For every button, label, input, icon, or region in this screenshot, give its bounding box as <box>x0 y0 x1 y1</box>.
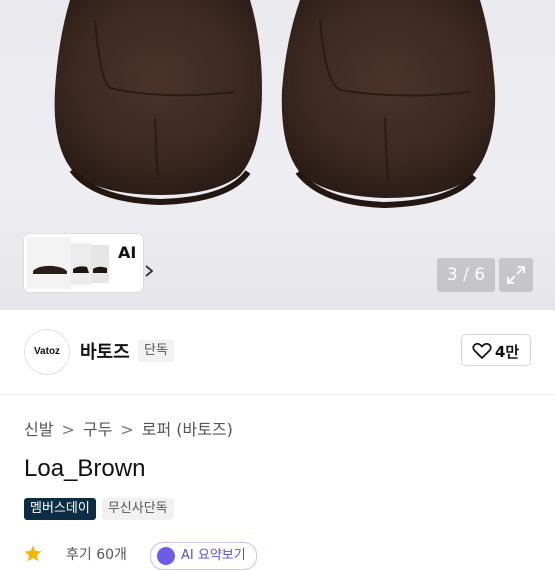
brand-logo[interactable]: Vatoz <box>24 329 70 375</box>
exclusive-badge: 단독 <box>138 340 174 362</box>
tag-row: 멤버스데이 무신사단독 <box>24 498 180 520</box>
product-title: Loa_Brown <box>24 455 146 482</box>
breadcrumb-chevron-icon: > <box>120 420 134 439</box>
ai-icon <box>157 547 175 565</box>
expand-icon <box>507 266 525 284</box>
chevron-right-icon <box>145 265 154 277</box>
brand-name[interactable]: 바토즈 <box>80 338 130 364</box>
breadcrumb-chevron-icon: > <box>61 420 75 439</box>
musinsa-exclusive-tag: 무신사단독 <box>101 498 174 520</box>
similar-products-thumbnails <box>27 237 109 289</box>
product-image-gallery[interactable]: AI 3 / 6 <box>0 0 555 310</box>
image-counter: 3 / 6 <box>437 258 495 292</box>
like-count: 4만 <box>495 343 520 361</box>
expand-button[interactable] <box>499 258 533 292</box>
breadcrumb-item-loafer[interactable]: 로퍼 (바토즈) <box>142 420 233 439</box>
breadcrumb-item-shoes[interactable]: 신발 <box>24 420 53 439</box>
ai-label: AI <box>118 243 137 262</box>
members-day-tag: 멤버스데이 <box>24 498 96 520</box>
star-icon <box>24 545 42 562</box>
review-count[interactable]: 후기 60개 <box>66 544 127 564</box>
rating-row: 후기 60개 AI 요약보기 <box>24 540 555 570</box>
ai-summary-label: AI 요약보기 <box>181 548 246 563</box>
ai-similar-products-card[interactable]: AI <box>24 234 154 292</box>
ai-summary-button[interactable]: AI 요약보기 <box>150 542 257 570</box>
divider <box>0 394 555 395</box>
breadcrumb-item-dress-shoes[interactable]: 구두 <box>83 420 112 439</box>
brand-row: Vatoz 바토즈 단독 4만 <box>0 310 555 394</box>
breadcrumb: 신발 > 구두 > 로퍼 (바토즈) <box>24 416 233 440</box>
brand-like-button[interactable]: 4만 <box>461 334 531 366</box>
heart-icon <box>472 342 492 360</box>
